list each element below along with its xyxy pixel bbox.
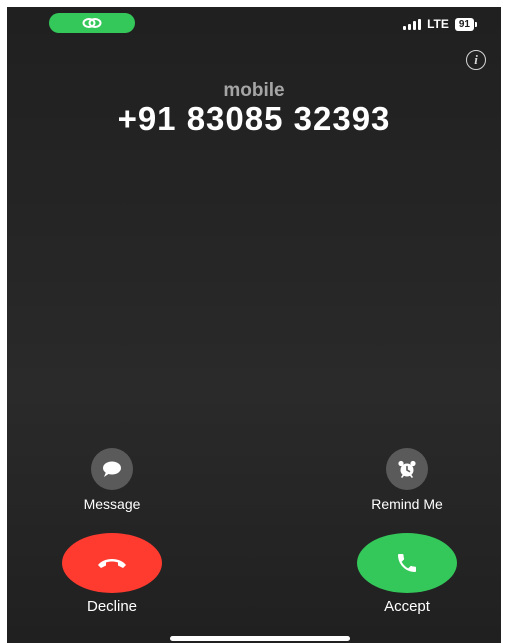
message-label: Message (83, 496, 141, 512)
active-call-pill[interactable] (49, 13, 135, 33)
phone-icon (398, 554, 416, 572)
link-icon (82, 18, 102, 28)
battery-level: 91 (454, 17, 474, 31)
caller-label: mobile (223, 80, 285, 101)
caller-number: +91 83085 32393 (117, 100, 391, 137)
battery-icon: 91 (454, 17, 477, 31)
info-icon[interactable]: i (466, 50, 486, 70)
speech-bubble-icon (103, 461, 121, 477)
decline-button[interactable]: Decline (47, 533, 177, 615)
remind-me-label: Remind Me (371, 496, 443, 512)
remind-me-button[interactable]: Remind Me (347, 448, 467, 512)
accept-label: Accept (384, 598, 430, 615)
home-indicator[interactable] (170, 636, 350, 641)
network-type: LTE (427, 17, 449, 31)
signal-icon (403, 18, 422, 30)
accept-button[interactable]: Accept (342, 533, 472, 615)
status-bar-right: LTE 91 (403, 17, 477, 31)
message-button[interactable]: Message (52, 448, 172, 512)
incoming-call-screen: LTE 91 i mobile +91 83085 32393 Message (7, 7, 501, 643)
decline-label: Decline (86, 598, 138, 615)
phone-down-icon (98, 559, 126, 568)
alarm-clock-icon (398, 460, 416, 478)
